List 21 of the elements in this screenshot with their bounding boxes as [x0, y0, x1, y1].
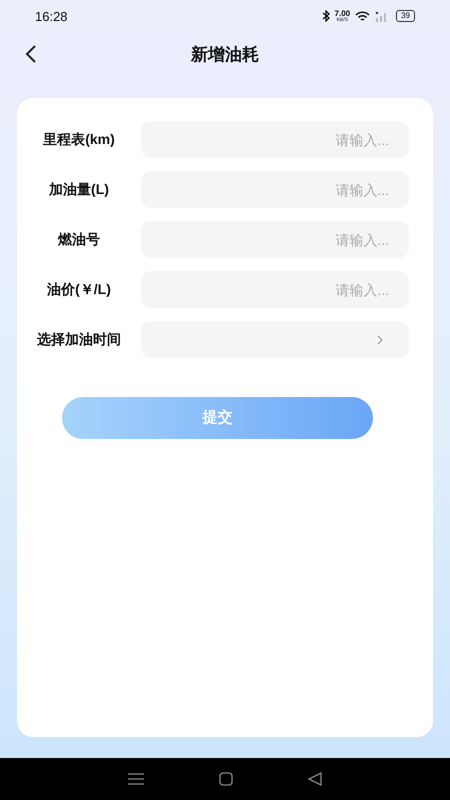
- page-title: 新增油耗: [191, 44, 259, 66]
- back-nav-icon[interactable]: [308, 772, 322, 786]
- wifi-icon: [355, 10, 370, 22]
- input-field[interactable]: 请输入...: [141, 221, 409, 258]
- submit-button[interactable]: 提交: [62, 397, 373, 439]
- input-field[interactable]: 请输入...: [141, 171, 409, 208]
- battery-indicator: 39: [396, 10, 415, 22]
- input-field[interactable]: 请输入...: [141, 121, 409, 158]
- status-time: 16:28: [35, 8, 68, 26]
- home-icon[interactable]: [218, 772, 233, 786]
- field-label: 里程表(km): [43, 130, 115, 149]
- field-label: 选择加油时间: [37, 330, 121, 349]
- menu-icon[interactable]: [128, 773, 144, 785]
- bluetooth-icon: [322, 10, 330, 22]
- chevron-right-icon: [377, 334, 383, 344]
- field-label: 燃油号: [58, 230, 100, 249]
- network-speed: 7.00: [334, 10, 350, 18]
- field-label: 油价(￥/L): [47, 280, 111, 299]
- back-icon: [25, 44, 37, 64]
- input-field[interactable]: 请输入...: [141, 271, 409, 308]
- field-label: 加油量(L): [49, 180, 109, 199]
